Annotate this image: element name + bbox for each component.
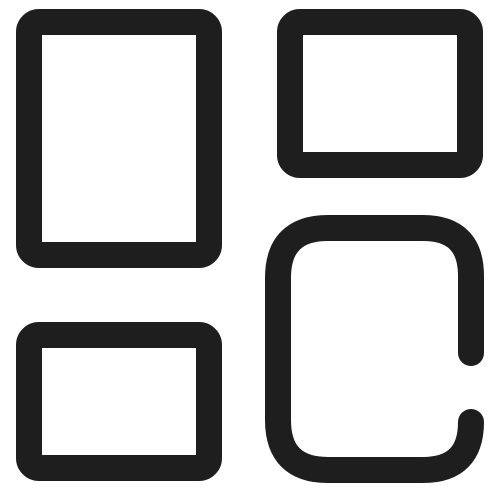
tile-bottom-left (16, 322, 222, 481)
dashboard-layout-icon (16, 9, 484, 483)
icon-canvas (0, 0, 500, 500)
tile-top-right (277, 9, 483, 178)
tile-bottom-right-open (265, 215, 484, 483)
tile-tall-left (16, 9, 222, 268)
